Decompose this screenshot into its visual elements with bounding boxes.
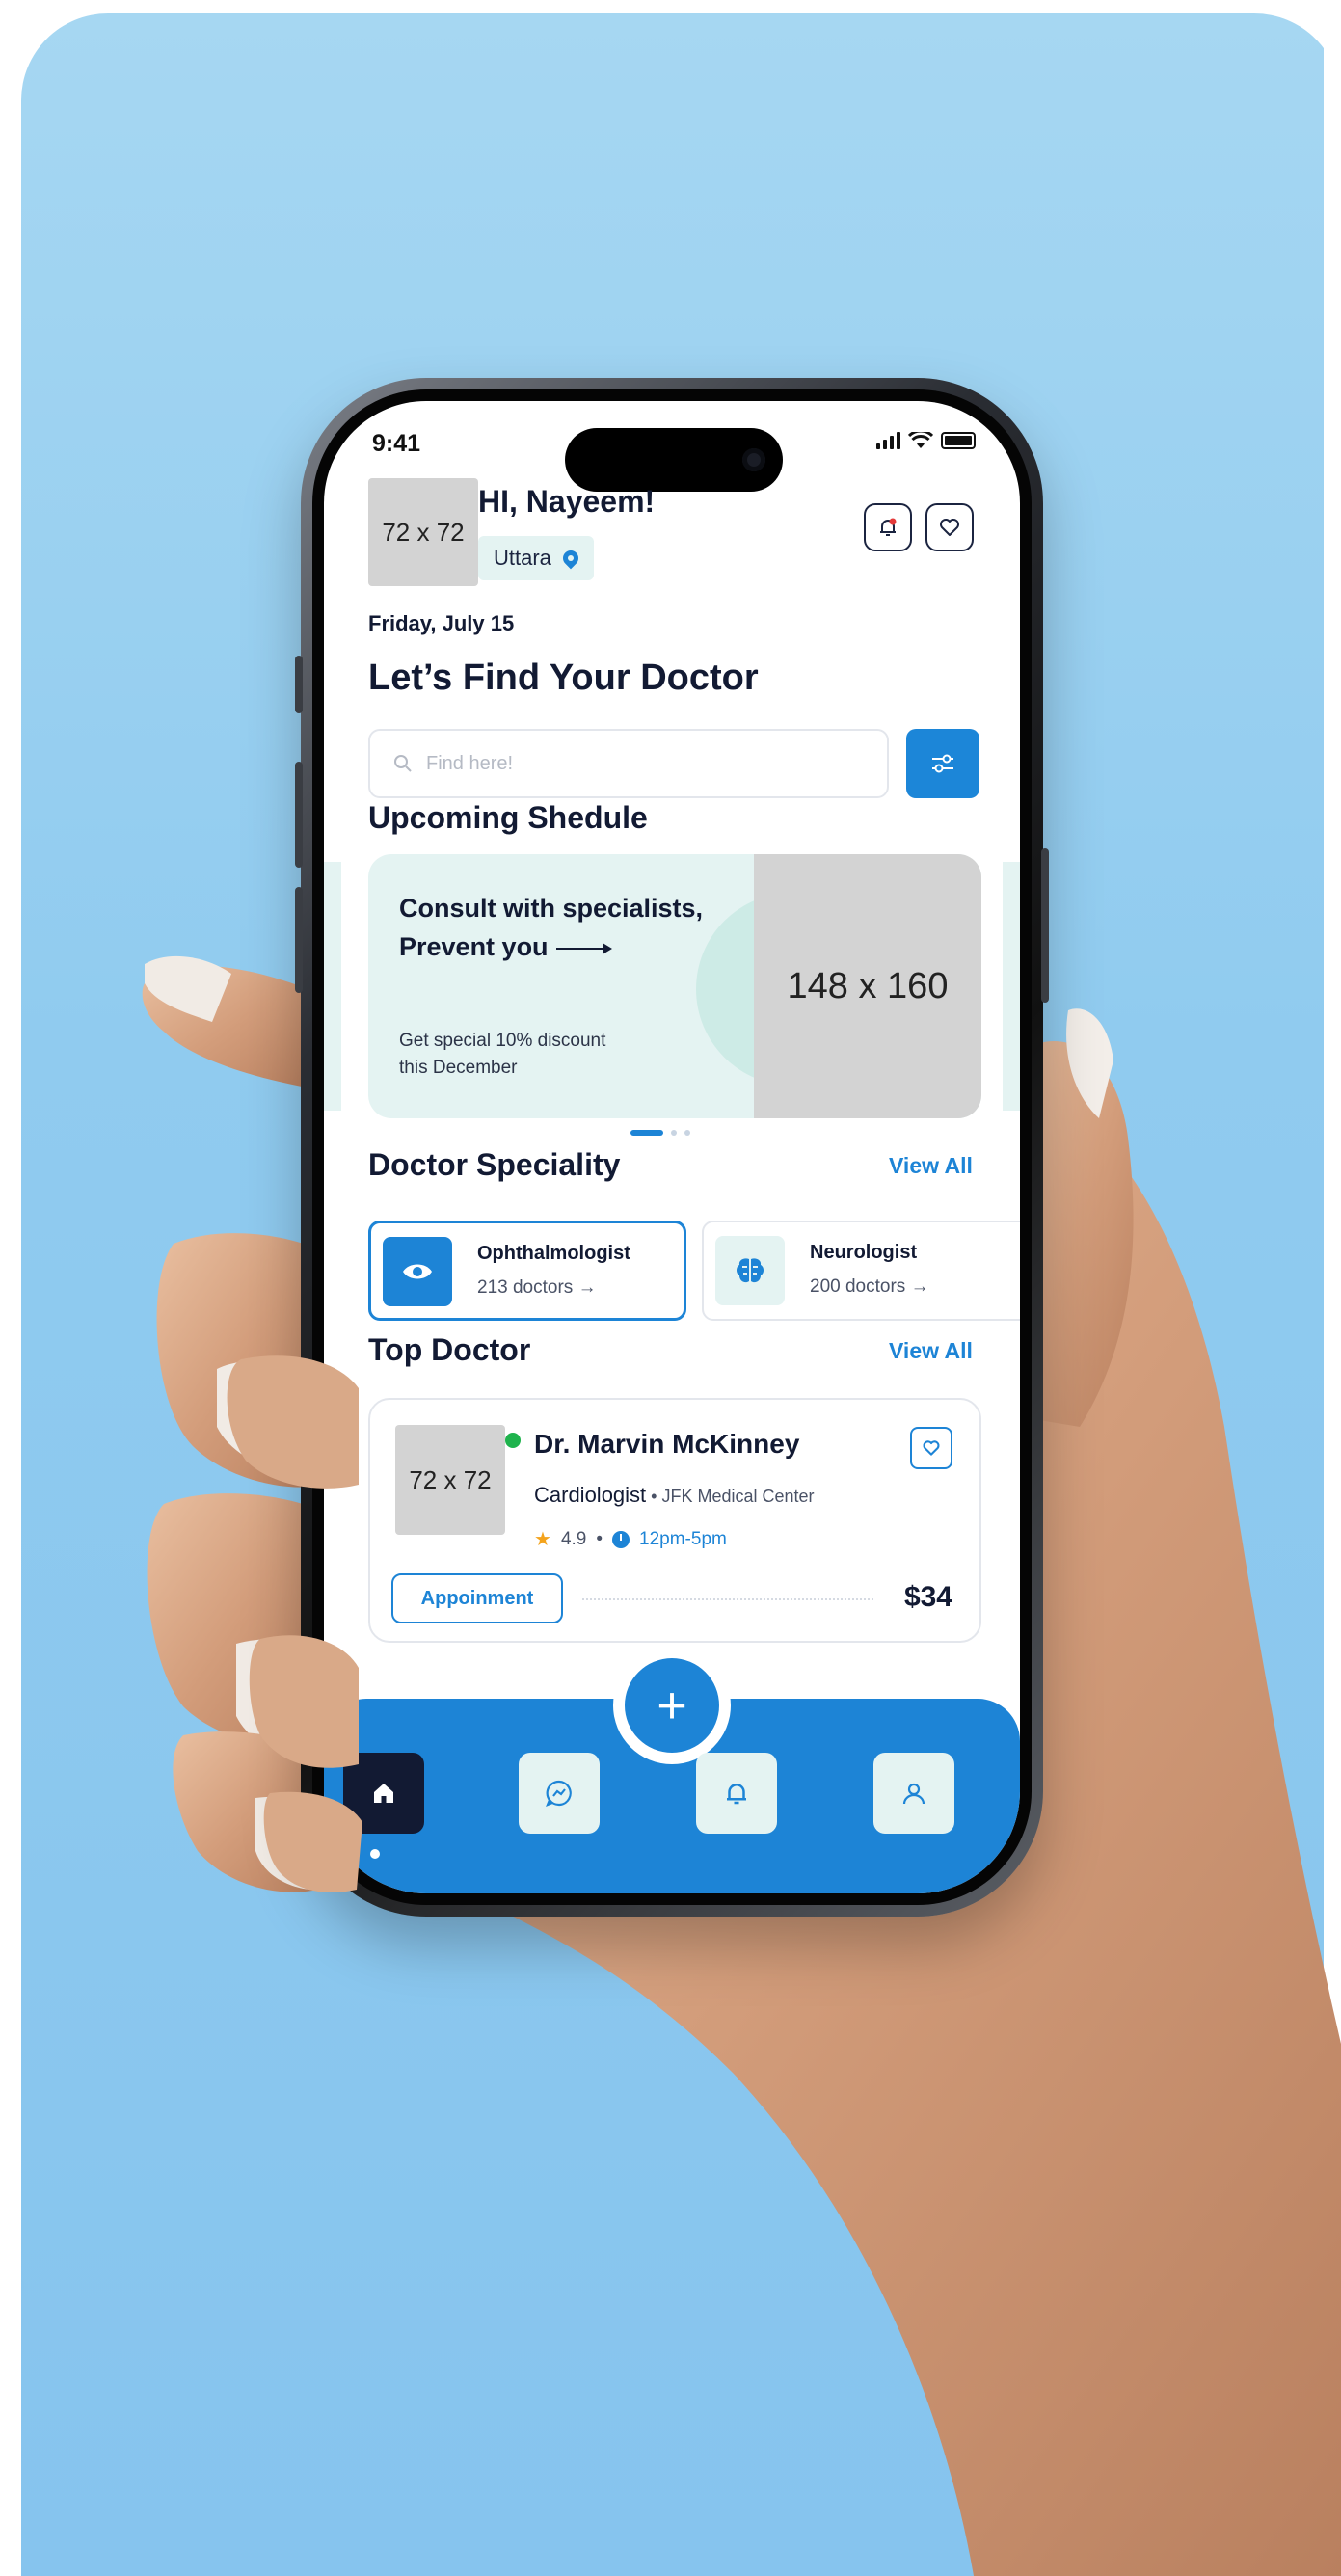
- hand-foreground: [227, 1355, 362, 1892]
